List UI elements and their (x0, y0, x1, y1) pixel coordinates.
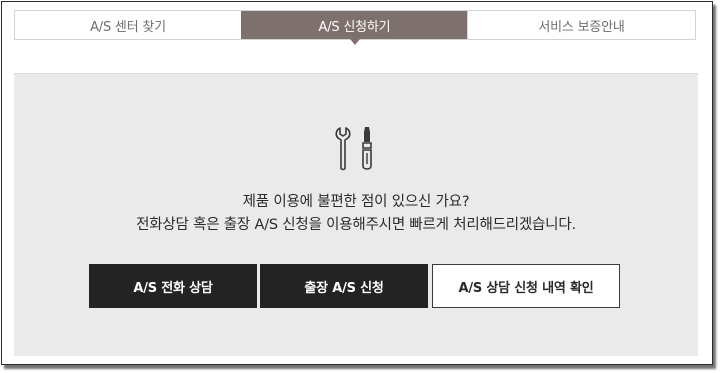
tab-label: A/S 신청하기 (318, 19, 391, 35)
tab-label: A/S 센터 찾기 (90, 19, 166, 35)
visit-service-button[interactable]: 출장 A/S 신청 (260, 264, 428, 308)
tab-label: 서비스 보증안내 (538, 19, 625, 35)
help-message-line2: 전화상담 혹은 출장 A/S 신청을 이용해주시면 빠르게 처리해드리겠습니다. (136, 217, 576, 233)
active-tab-caret (349, 39, 360, 45)
as-tabs: A/S 센터 찾기 A/S 신청하기 서비스 보증안내 (14, 10, 696, 45)
tab-warranty-info[interactable]: 서비스 보증안내 (467, 11, 695, 39)
tab-apply-as[interactable]: A/S 신청하기 (241, 11, 467, 45)
tab-find-center[interactable]: A/S 센터 찾기 (15, 11, 241, 39)
as-apply-panel: 제품 이용에 불편한 점이 있으신 가요? 전화상담 혹은 출장 A/S 신청을… (14, 74, 698, 356)
help-message-line1: 제품 이용에 불편한 점이 있으신 가요? (242, 194, 470, 210)
wrench-screwdriver-icon (335, 127, 372, 171)
phone-consult-button[interactable]: A/S 전화 상담 (89, 264, 257, 308)
request-history-button[interactable]: A/S 상담 신청 내역 확인 (432, 264, 620, 308)
